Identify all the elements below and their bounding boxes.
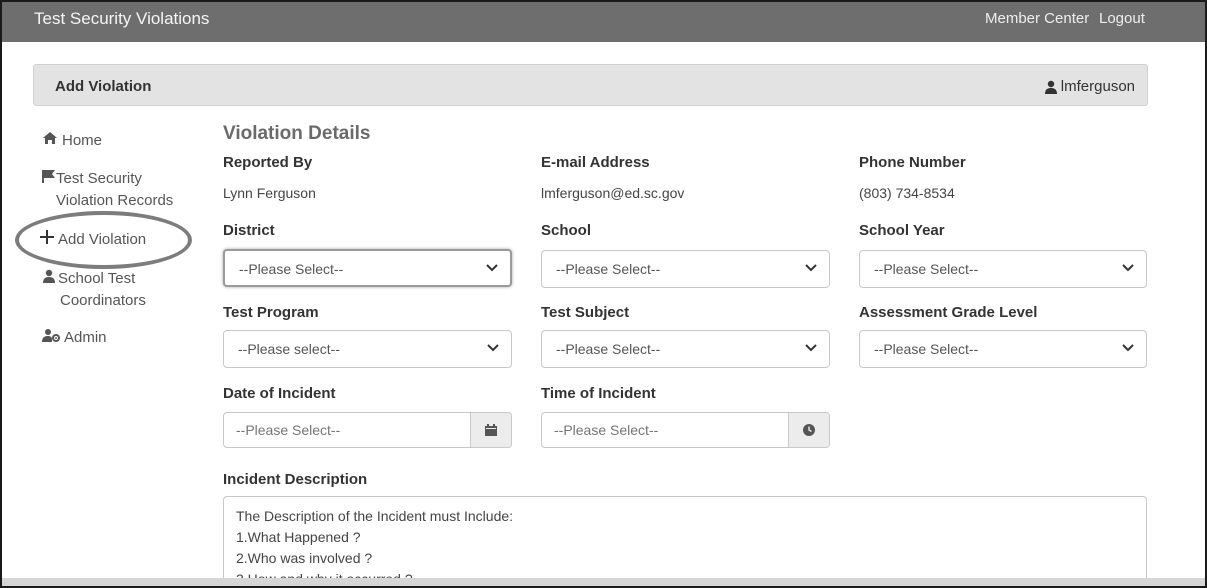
plus-icon [40,229,54,251]
test-subject-label: Test Subject [541,304,630,321]
test-subject-select[interactable]: --Please Select-- [541,330,830,368]
school-year-select-value: --Please Select-- [874,261,979,277]
incident-description-textarea[interactable]: The Description of the Incident must Inc… [223,496,1147,586]
sidebar-item-violation-records[interactable]: Test Security Violation Records [42,168,173,212]
district-select[interactable]: --Please Select-- [223,249,512,287]
test-program-select-value: --Please select-- [238,341,340,357]
school-label: School [541,222,592,239]
school-year-label: School Year [859,222,945,239]
sidebar-item-label: Add Violation [58,231,147,248]
test-program-label: Test Program [223,304,319,321]
incident-description-label: Incident Description [223,471,368,488]
test-program-select[interactable]: --Please select-- [223,330,512,368]
school-select[interactable]: --Please Select-- [541,250,830,288]
district-select-value: --Please Select-- [239,261,344,277]
phone-label: Phone Number [859,154,966,171]
calendar-icon [485,424,497,436]
chevron-down-icon [486,264,498,272]
app-title[interactable]: Test Security Violations [34,9,209,29]
sidebar-item-school-test-coordinators[interactable]: School Test Coordinators [42,268,146,312]
home-icon [42,130,58,152]
date-of-incident-group [223,412,512,448]
chevron-down-icon [1122,264,1134,272]
chevron-down-icon [805,264,817,272]
sidebar-item-admin[interactable]: Admin [42,327,107,349]
calendar-button[interactable] [470,413,511,447]
sidebar-item-label: Admin [64,329,107,346]
member-center-link[interactable]: Member Center [985,10,1089,27]
user-menu[interactable]: lmferguson [1044,78,1135,95]
clock-icon [803,424,815,436]
flag-icon [42,168,56,190]
time-of-incident-input[interactable] [542,413,788,447]
chevron-down-icon [487,344,499,352]
date-of-incident-input[interactable] [224,413,470,447]
page-title: Add Violation [55,78,152,95]
email-value: lmferguson@ed.sc.gov [541,185,685,201]
sidebar-item-label: School Test [58,270,136,287]
sidebar-item-label: Violation Records [56,192,174,210]
grade-level-label: Assessment Grade Level [859,304,1038,321]
grade-level-select-value: --Please Select-- [874,341,979,357]
section-title: Violation Details [223,123,371,144]
time-of-incident-label: Time of Incident [541,385,656,402]
description-line: The Description of the Incident must Inc… [236,508,514,524]
user-gear-icon [42,327,60,349]
user-icon [1044,80,1057,94]
clock-button[interactable] [788,413,829,447]
sidebar-item-add-violation[interactable]: Add Violation [40,229,146,251]
school-year-select[interactable]: --Please Select-- [859,250,1147,288]
email-label: E-mail Address [541,154,650,171]
sidebar-item-label: Test Security [56,170,142,187]
time-of-incident-group [541,412,830,448]
sidebar-item-home[interactable]: Home [42,130,102,152]
description-line: 1.What Happened ? [236,529,361,545]
username: lmferguson [1060,78,1135,95]
logout-link[interactable]: Logout [1099,10,1145,27]
top-navbar: Test Security Violations Member Center L… [2,2,1205,42]
phone-value: (803) 734-8534 [859,185,955,201]
page-header: Add Violation lmferguson [33,64,1148,106]
sidebar-item-label: Coordinators [60,292,146,310]
user-icon [42,268,56,290]
school-select-value: --Please Select-- [556,261,661,277]
bottom-footer-strip [2,578,1205,586]
sidebar-item-label: Home [62,132,103,149]
chevron-down-icon [805,344,817,352]
description-line: 2.Who was involved ? [236,550,373,566]
reported-by-value: Lynn Ferguson [223,185,316,201]
date-of-incident-label: Date of Incident [223,385,336,402]
reported-by-label: Reported By [223,154,313,171]
app-window: Test Security Violations Member Center L… [0,0,1207,588]
grade-level-select[interactable]: --Please Select-- [859,330,1147,368]
district-label: District [223,222,275,239]
chevron-down-icon [1122,344,1134,352]
test-subject-select-value: --Please Select-- [556,341,661,357]
